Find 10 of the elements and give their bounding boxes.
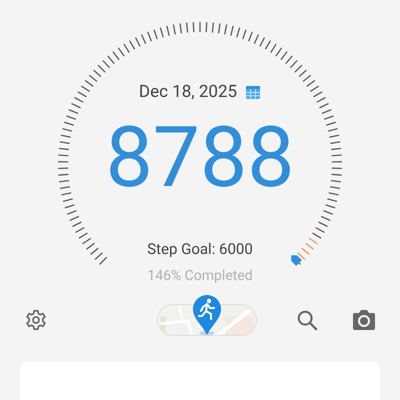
calendar-icon[interactable] [245,84,262,100]
settings-icon[interactable] [25,309,47,331]
step-count: 8788 [106,116,294,200]
date-label: Dec 18, 2025 [138,82,238,102]
step-goal: Step Goal: 6000 [147,240,253,258]
progress-marker [291,255,302,266]
runner-pin-icon[interactable] [192,294,222,336]
completion-percent: 146% Completed [147,268,253,284]
search-icon[interactable] [296,309,318,331]
camera-icon[interactable] [352,310,376,330]
